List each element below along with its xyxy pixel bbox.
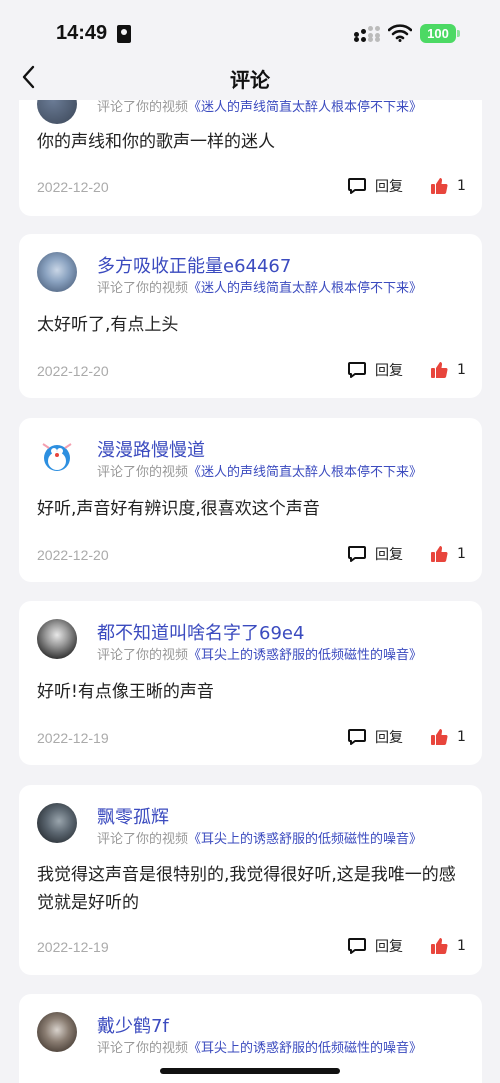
like-button[interactable]: 1	[429, 176, 466, 196]
video-title-link[interactable]: 《耳尖上的诱惑舒服的低频磁性的噪音》	[188, 832, 422, 847]
reply-label: 回复	[375, 363, 403, 379]
meta-prefix: 评论了你的视频	[97, 832, 189, 847]
comment-date: 2022-12-19	[37, 939, 109, 955]
top-header: 14:49 100 评论	[0, 0, 500, 100]
battery-tip	[457, 30, 460, 37]
comment-meta: 评论了你的视频《迷人的声线简直太醉人根本停不下来》	[97, 277, 422, 296]
thumbs-up-icon	[431, 362, 448, 379]
comment-meta: 评论了你的视频《迷人的声线简直太醉人根本停不下来》	[97, 461, 422, 480]
user-name-link[interactable]: 都不知道叫啥名字了69e4	[97, 619, 304, 645]
meta-prefix: 评论了你的视频	[97, 648, 189, 663]
reply-label: 回复	[375, 939, 403, 955]
video-title-link[interactable]: 《迷人的声线简直太醉人根本停不下来》	[188, 100, 422, 115]
video-title-link[interactable]: 《迷人的声线简直太醉人根本停不下来》	[188, 281, 422, 296]
avatar[interactable]	[37, 619, 77, 659]
id-card-icon	[117, 25, 131, 43]
comment-bubble-icon	[348, 938, 366, 954]
like-count: 1	[457, 178, 466, 194]
comment-date: 2022-12-19	[37, 730, 109, 746]
meta-prefix: 评论了你的视频	[97, 1041, 189, 1056]
like-button[interactable]: 1	[429, 727, 466, 747]
wifi-icon	[388, 24, 412, 42]
reply-button[interactable]: 回复	[347, 176, 403, 196]
battery-indicator: 100	[420, 24, 456, 43]
like-count: 1	[457, 546, 466, 562]
home-indicator[interactable]	[160, 1068, 340, 1074]
meta-prefix: 评论了你的视频	[97, 100, 189, 115]
like-button[interactable]: 1	[429, 360, 466, 380]
cellular-signal-icon	[354, 26, 380, 42]
reply-button[interactable]: 回复	[347, 360, 403, 380]
comment-text: 你的声线和你的歌声一样的迷人	[37, 132, 275, 152]
comment-date: 2022-12-20	[37, 179, 109, 195]
thumbs-up-icon	[431, 938, 448, 955]
avatar[interactable]	[37, 436, 77, 476]
comment-meta: 评论了你的视频《耳尖上的诱惑舒服的低频磁性的噪音》	[97, 828, 422, 847]
thumbs-up-icon	[431, 178, 448, 195]
reply-label: 回复	[375, 547, 403, 563]
comment-meta: 评论了你的视频《耳尖上的诱惑舒服的低频磁性的噪音》	[97, 644, 422, 663]
doraemon-avatar-image	[42, 443, 72, 471]
comment-card: 漫漫路慢慢道 评论了你的视频《迷人的声线简直太醉人根本停不下来》 好听,声音好有…	[19, 418, 482, 582]
reply-button[interactable]: 回复	[347, 544, 403, 564]
meta-prefix: 评论了你的视频	[97, 281, 189, 296]
user-name-link[interactable]: 飘零孤辉	[97, 803, 169, 829]
like-button[interactable]: 1	[429, 544, 466, 564]
reply-label: 回复	[375, 179, 403, 195]
comment-date: 2022-12-20	[37, 363, 109, 379]
thumbs-up-icon	[431, 729, 448, 746]
comment-text: 我觉得这声音是很特别的,我觉得很好听,这是我唯一的感觉就是好听的	[37, 865, 456, 913]
like-count: 1	[457, 938, 466, 954]
like-count: 1	[457, 362, 466, 378]
comment-text: 太好听了,有点上头	[37, 315, 179, 335]
thumbs-up-icon	[431, 546, 448, 563]
comment-card: 飘零孤辉 评论了你的视频《耳尖上的诱惑舒服的低频磁性的噪音》 我觉得这声音是很特…	[19, 785, 482, 975]
comment-bubble-icon	[348, 178, 366, 194]
avatar[interactable]	[37, 803, 77, 843]
reply-button[interactable]: 回复	[347, 936, 403, 956]
comment-feed[interactable]: 评论了你的视频《迷人的声线简直太醉人根本停不下来》 你的声线和你的歌声一样的迷人…	[0, 0, 500, 1083]
video-title-link[interactable]: 《耳尖上的诱惑舒服的低频磁性的噪音》	[188, 1041, 422, 1056]
like-button[interactable]: 1	[429, 936, 466, 956]
meta-prefix: 评论了你的视频	[97, 465, 189, 480]
status-time: 14:49	[56, 22, 108, 44]
reply-label: 回复	[375, 730, 403, 746]
comment-text: 好听!有点像王晰的声音	[37, 682, 214, 702]
like-count: 1	[457, 729, 466, 745]
comment-meta: 评论了你的视频《耳尖上的诱惑舒服的低频磁性的噪音》	[97, 1037, 422, 1056]
page-title: 评论	[230, 68, 270, 92]
video-title-link[interactable]: 《迷人的声线简直太醉人根本停不下来》	[188, 465, 422, 480]
comment-bubble-icon	[348, 729, 366, 745]
user-name-link[interactable]: 漫漫路慢慢道	[97, 436, 205, 462]
user-name-link[interactable]: 多方吸收正能量e64467	[97, 252, 291, 278]
comment-card: 多方吸收正能量e64467 评论了你的视频《迷人的声线简直太醉人根本停不下来》 …	[19, 234, 482, 398]
comment-text: 好听,声音好有辨识度,很喜欢这个声音	[37, 499, 320, 519]
comment-bubble-icon	[348, 362, 366, 378]
comment-card: 都不知道叫啥名字了69e4 评论了你的视频《耳尖上的诱惑舒服的低频磁性的噪音》 …	[19, 601, 482, 765]
user-name-link[interactable]: 戴少鹤7f	[97, 1012, 169, 1038]
video-title-link[interactable]: 《耳尖上的诱惑舒服的低频磁性的噪音》	[188, 648, 422, 663]
avatar[interactable]	[37, 1012, 77, 1052]
comment-date: 2022-12-20	[37, 547, 109, 563]
comment-bubble-icon	[348, 546, 366, 562]
avatar[interactable]	[37, 252, 77, 292]
reply-button[interactable]: 回复	[347, 727, 403, 747]
